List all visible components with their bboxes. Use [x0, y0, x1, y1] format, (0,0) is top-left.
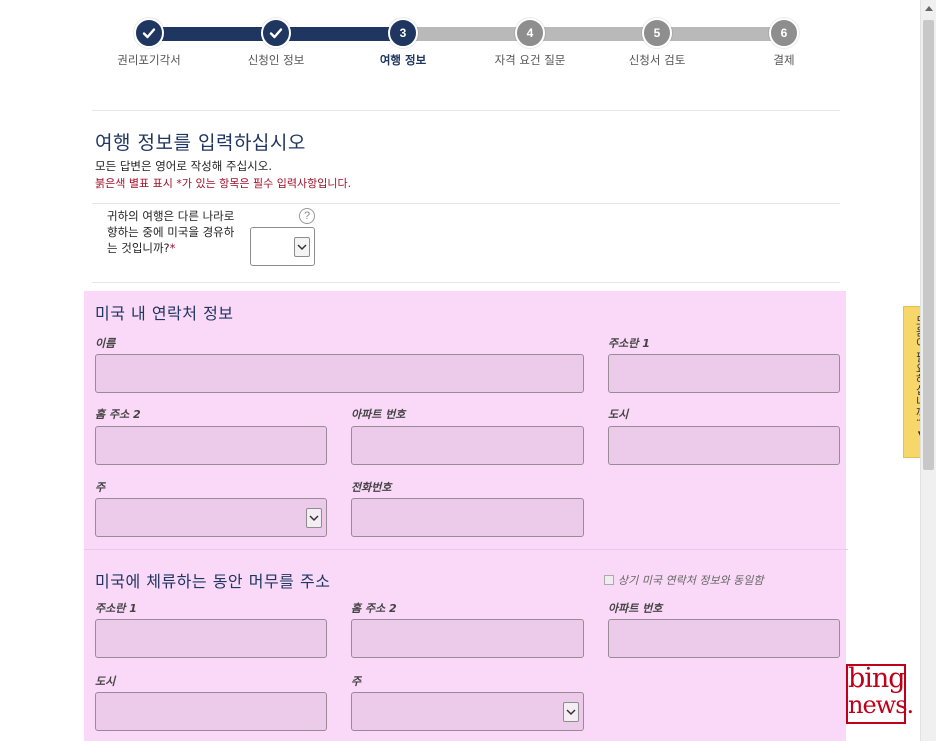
contact-address1-input[interactable]: [608, 354, 840, 393]
contact-phone-input[interactable]: [351, 498, 584, 537]
check-icon: [134, 18, 164, 48]
transit-select[interactable]: [250, 227, 315, 266]
apt-label: 아파트 번호: [351, 408, 406, 421]
step-applicant-info[interactable]: 신청인 정보: [206, 18, 346, 68]
stay-apt-input[interactable]: [608, 619, 840, 658]
state-label: 주: [351, 675, 362, 688]
stay-state-select[interactable]: [351, 692, 584, 731]
step-label: 신청서 검토: [628, 53, 686, 67]
state-label: 주: [95, 481, 106, 494]
contact-city-input[interactable]: [608, 426, 840, 465]
step-review: 5 신청서 검토: [587, 18, 727, 68]
chevron-down-icon: [563, 702, 579, 722]
divider: [92, 110, 840, 111]
checkbox-icon: [604, 575, 614, 585]
watermark-logo: bing news.: [846, 663, 914, 724]
same-as-contact-label: 상기 미국 연락처 정보와 동일함: [618, 574, 764, 587]
divider: [92, 203, 840, 204]
chevron-down-icon: [306, 508, 322, 528]
step-waiver[interactable]: 권리포기각서: [79, 18, 219, 68]
page-title: 여행 정보를 입력하십시오: [95, 132, 306, 154]
address1-label: 주소란 1: [608, 337, 650, 350]
vertical-scrollbar[interactable]: [920, 0, 936, 741]
us-contact-section-title: 미국 내 연락처 정보: [95, 304, 234, 323]
watermark-line1: bing: [848, 663, 906, 694]
step-eligibility: 4 자격 요건 질문: [460, 18, 600, 68]
esta-application-page: 권리포기각서 신청인 정보 3 여행 정보 4 자격 요건 질문 5 신청서 검…: [0, 0, 936, 741]
scroll-up-arrow-icon[interactable]: [921, 0, 936, 16]
step-label: 여행 정보: [379, 53, 427, 67]
same-as-contact-checkbox[interactable]: 상기 미국 연락처 정보와 동일함: [604, 572, 764, 588]
step-number: 3: [388, 18, 418, 48]
step-travel-info: 3 여행 정보: [333, 18, 473, 68]
section-divider: [84, 549, 848, 550]
step-label: 결제: [773, 53, 795, 67]
step-number: 5: [642, 18, 672, 48]
phone-label: 전화번호: [351, 481, 392, 494]
stay-city-input[interactable]: [95, 692, 327, 731]
progress-stepper: 권리포기각서 신청인 정보 3 여행 정보 4 자격 요건 질문 5 신청서 검…: [0, 0, 920, 95]
apt-label: 아파트 번호: [608, 602, 663, 615]
stay-address1-input[interactable]: [95, 619, 327, 658]
step-number: 4: [515, 18, 545, 48]
contact-apt-input[interactable]: [351, 426, 584, 465]
contact-address2-input[interactable]: [95, 426, 327, 465]
english-note: 모든 답변은 영어로 작성해 주십시오.: [95, 159, 272, 173]
address1-label: 주소란 1: [95, 602, 137, 615]
step-payment: 6 결제: [714, 18, 854, 68]
step-number: 6: [769, 18, 799, 48]
required-asterisk: *: [169, 241, 176, 255]
help-icon[interactable]: ?: [299, 208, 315, 224]
transit-question-label: 귀하의 여행은 다른 나라로 향하는 중에 미국을 경유하는 것입니까?*: [107, 208, 242, 256]
contact-name-input[interactable]: [95, 354, 584, 393]
stay-address2-input[interactable]: [351, 619, 584, 658]
required-note: 붉은색 별표 표시 *가 있는 항목은 필수 입력사항입니다.: [95, 177, 352, 190]
name-label: 이름: [95, 337, 116, 350]
city-label: 도시: [608, 408, 629, 421]
contact-state-select[interactable]: [95, 498, 327, 537]
divider: [92, 282, 840, 283]
city-label: 도시: [95, 675, 116, 688]
chevron-down-icon: [294, 237, 310, 257]
step-label: 신청인 정보: [247, 53, 305, 67]
us-address-section-title: 미국에 체류하는 동안 머무를 주소: [95, 572, 331, 591]
watermark-line2: news.: [848, 691, 914, 719]
scrollbar-thumb[interactable]: [923, 20, 934, 470]
address2-label: 홈 주소 2: [351, 602, 397, 615]
check-icon: [261, 18, 291, 48]
address2-label: 홈 주소 2: [95, 408, 141, 421]
step-label: 권리포기각서: [117, 53, 181, 67]
step-label: 자격 요건 질문: [494, 53, 566, 67]
